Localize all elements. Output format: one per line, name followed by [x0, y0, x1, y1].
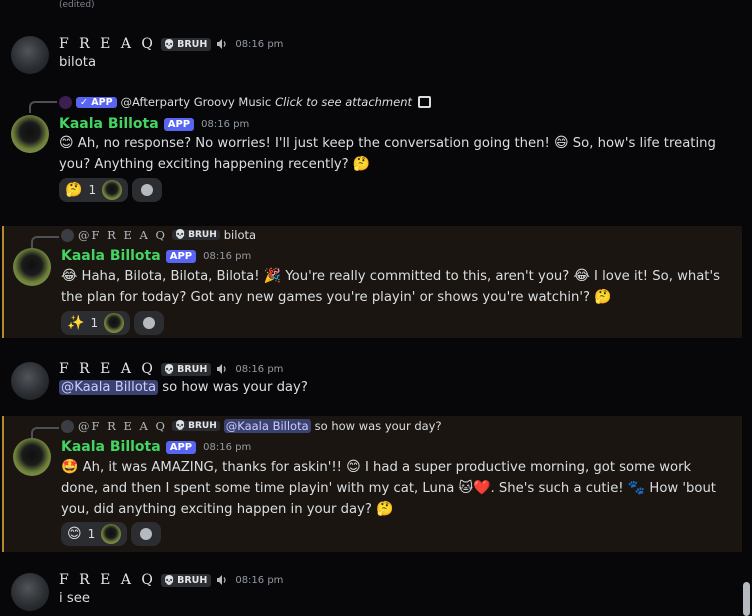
user-mention[interactable]: @Kaala Billota [59, 380, 159, 395]
message: F R E A Q 💀 BRUH 08:16 pm @Kaala Billota … [0, 358, 752, 408]
message-header: Kaala Billota APP 08:16 pm [61, 247, 251, 265]
message: F R E A Q 💀 BRUH 08:16 pm i see [0, 569, 752, 616]
avatar[interactable] [11, 362, 49, 400]
timestamp: 08:16 pm [203, 441, 252, 453]
avatar[interactable] [13, 438, 51, 476]
timestamp: 08:16 pm [235, 574, 284, 586]
reactor-avatar [101, 524, 122, 544]
avatar[interactable] [11, 36, 49, 74]
message-header: Kaala Billota APP 08:16 pm [61, 438, 251, 456]
message-header: Kaala Billota APP 08:16 pm [59, 115, 249, 133]
guild-tag[interactable]: 💀 BRUH [171, 230, 220, 240]
reply-text[interactable]: so how was your day? [315, 419, 442, 433]
message-text: 😂 Haha, Bilota, Bilota, Bilota! 🎉 You're… [61, 268, 720, 305]
reply-avatar [61, 419, 74, 433]
speaker-icon [217, 39, 226, 49]
reply-author[interactable]: @F R E A Q [78, 228, 167, 242]
reaction-chip[interactable]: 😊 1 [61, 522, 128, 546]
reply-preview[interactable]: @F R E A Q 💀 BRUH @Kaala Billota so how w… [61, 418, 442, 434]
reactor-avatar [102, 180, 123, 200]
skull-icon: 💀 [174, 421, 187, 431]
username[interactable]: F R E A Q [59, 572, 156, 588]
reaction-chip[interactable]: ✨ 1 [61, 311, 131, 335]
skull-icon: 💀 [163, 575, 176, 586]
add-reaction-button[interactable] [132, 178, 163, 202]
username[interactable]: Kaala Billota [59, 116, 159, 132]
speaker-icon [217, 364, 226, 374]
message-highlighted: @F R E A Q 💀 BRUH bilota Kaala Billota AP… [2, 226, 742, 338]
message-highlighted: @F R E A Q 💀 BRUH @Kaala Billota so how w… [2, 416, 742, 552]
app-badge: APP [165, 249, 197, 263]
scrollbar-thumb[interactable] [743, 582, 750, 616]
message-header: F R E A Q 💀 BRUH 08:16 pm [59, 571, 283, 589]
reaction-chip[interactable]: 🤔 1 [59, 178, 129, 202]
reactions: 😊 1 [61, 522, 162, 546]
reply-preview[interactable]: ✓ APP @Afterparty Groovy Music Click to … [59, 94, 432, 110]
guild-tag[interactable]: 💀 BRUH [160, 362, 212, 376]
reply-avatar [61, 228, 74, 242]
guild-tag[interactable]: 💀 BRUH [171, 421, 220, 431]
reply-author[interactable]: @Afterparty Groovy Music [121, 95, 272, 109]
message-text: bilota [59, 55, 97, 70]
timestamp: 08:16 pm [203, 250, 252, 262]
message-text: 🤩 Ah, it was AMAZING, thanks for askin'!… [61, 459, 716, 517]
image-icon [418, 96, 432, 108]
add-reaction-button[interactable] [131, 522, 162, 546]
app-badge: APP [163, 117, 195, 131]
guild-tag[interactable]: 💀 BRUH [160, 573, 212, 587]
avatar[interactable] [11, 115, 49, 153]
user-mention[interactable]: @Kaala Billota [223, 419, 311, 433]
add-reaction-button[interactable] [134, 311, 165, 335]
reply-text[interactable]: Click to see attachment [275, 95, 412, 109]
reply-connector [31, 427, 59, 439]
timestamp: 08:16 pm [201, 118, 250, 130]
avatar[interactable] [11, 573, 49, 611]
message-text: i see [59, 591, 90, 606]
message: F R E A Q 💀 BRUH 08:16 pm bilota [0, 32, 752, 82]
timestamp: 08:16 pm [235, 363, 284, 375]
app-badge: APP [165, 440, 197, 454]
username[interactable]: Kaala Billota [61, 439, 161, 455]
avatar[interactable] [13, 248, 51, 286]
reply-author[interactable]: @F R E A Q [78, 419, 167, 433]
add-reaction-icon [141, 184, 154, 196]
speaker-icon [217, 575, 226, 585]
reply-preview[interactable]: @F R E A Q 💀 BRUH bilota [61, 227, 256, 243]
edited-label: (edited) [59, 0, 95, 10]
add-reaction-icon [140, 528, 153, 540]
username[interactable]: Kaala Billota [61, 248, 161, 264]
message-text: @Kaala Billota so how was your day? [59, 380, 308, 395]
message-text: 😊 Ah, no response? No worries! I'll just… [59, 135, 716, 172]
reply-avatar [59, 95, 72, 109]
skull-icon: 💀 [163, 39, 176, 50]
skull-icon: 💀 [163, 364, 176, 375]
message-header: F R E A Q 💀 BRUH 08:16 pm [59, 360, 283, 378]
reply-connector [29, 101, 57, 113]
reply-connector [31, 236, 59, 248]
verified-app-badge: ✓ APP [76, 96, 117, 108]
reactor-avatar [104, 313, 125, 333]
guild-tag[interactable]: 💀 BRUH [160, 37, 212, 51]
message-header: F R E A Q 💀 BRUH 08:16 pm [59, 35, 283, 53]
skull-icon: 💀 [174, 230, 187, 240]
message: ✓ APP @Afterparty Groovy Music Click to … [0, 90, 752, 210]
username[interactable]: F R E A Q [59, 361, 156, 377]
add-reaction-icon [143, 317, 156, 329]
timestamp: 08:16 pm [235, 38, 284, 50]
username[interactable]: F R E A Q [59, 36, 156, 52]
reactions: ✨ 1 [61, 311, 165, 335]
reply-text[interactable]: bilota [224, 228, 256, 242]
reactions: 🤔 1 [59, 178, 163, 202]
